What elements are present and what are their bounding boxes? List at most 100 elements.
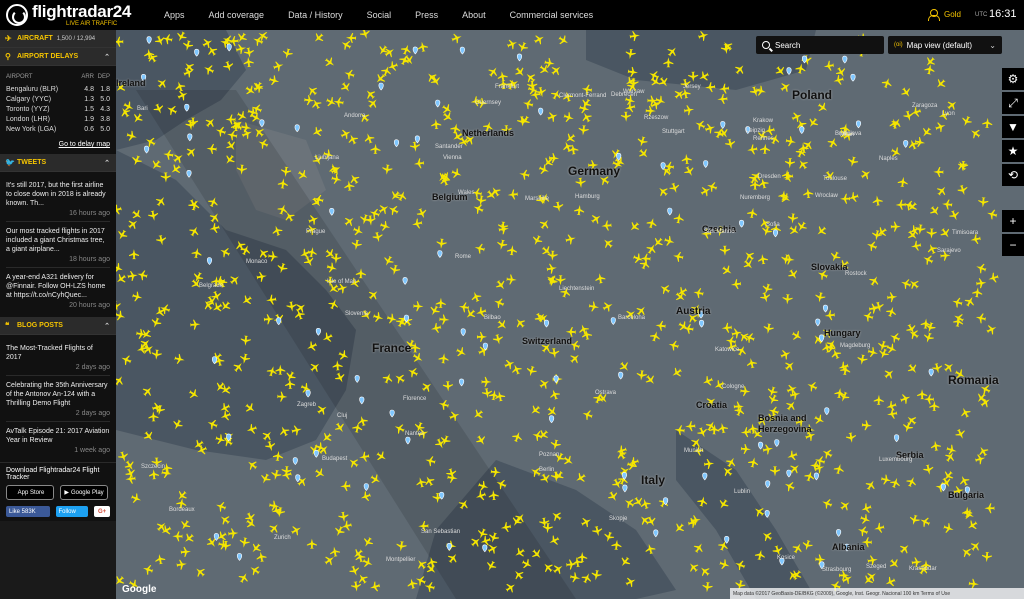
chevron-up-icon[interactable]: ⌃ (104, 322, 110, 330)
arr-delay: 1.3 (84, 95, 94, 103)
aircraft-header[interactable]: ✈ AIRCRAFT 1,500 / 12,994 (0, 30, 116, 48)
city-label: Leipzig (746, 128, 766, 134)
nav-commercial-services[interactable]: Commercial services (510, 10, 594, 20)
search-input[interactable]: Search (756, 36, 884, 54)
map-view-icon: (oi) (894, 42, 903, 48)
nav-social[interactable]: Social (367, 10, 392, 20)
favorites-button[interactable]: ★ (1002, 140, 1024, 162)
tweets-header[interactable]: 🐦 TWEETS ⌃ (0, 154, 116, 172)
city-label: Zurich (274, 535, 291, 541)
post-title: Celebrating the 35th Anniversary of the … (6, 382, 108, 407)
city-label: Barcelona (618, 315, 646, 321)
chevron-up-icon[interactable]: ⌃ (104, 53, 110, 61)
logo-name: flightradar24 (32, 2, 132, 21)
city-label: Cluj (337, 413, 348, 419)
city-label: Krasnodar (909, 566, 937, 572)
list-item[interactable]: Our most tracked flights in 2017 include… (6, 222, 110, 268)
airport-name: Bengaluru (BLR) (6, 85, 59, 93)
col-airport: AIRPORT (6, 74, 33, 80)
country-label: Ireland (116, 78, 146, 88)
nav-apps[interactable]: Apps (164, 10, 185, 20)
list-item[interactable]: AvTalk Episode 21: 2017 Aviation Year in… (6, 422, 110, 458)
city-label: Bari (137, 106, 148, 112)
download-section: Download Flightradar24 Flight Tracker Ap… (0, 462, 116, 521)
city-label: Szczecin (141, 464, 166, 470)
tweet-text: Our most tracked flights in 2017 include… (6, 228, 105, 253)
country-label: Croatia (696, 400, 728, 410)
map-attribution[interactable]: Map data ©2017 GeoBasis-DE/BKG (©2009), … (730, 588, 1024, 599)
list-item[interactable]: The Most-Tracked Flights of 2017 2 days … (6, 339, 110, 376)
dep-delay: 1.8 (100, 85, 110, 93)
expand-icon: ⤢ (1008, 95, 1018, 110)
table-row[interactable]: Toronto (YYZ) 1.5 4.3 (6, 104, 110, 114)
table-row[interactable]: London (LHR) 1.9 3.8 (6, 114, 110, 124)
zoom-out-button[interactable]: − (1002, 234, 1024, 256)
nav-press[interactable]: Press (415, 10, 438, 20)
list-item[interactable]: A year-end A321 delivery for @Finnair. F… (6, 268, 110, 313)
city-label: Rostock (845, 271, 867, 277)
map-view-dropdown[interactable]: (oi) Map view (default) ⌄ (888, 36, 1002, 54)
fullscreen-button[interactable]: ⤢ (1002, 92, 1024, 114)
delays-section: ⚲ AIRPORT DELAYS ⌃ AIRPORT ARR DEP Benga… (0, 48, 116, 154)
logo-subtitle: LIVE AIR TRAFFIC (66, 21, 118, 27)
filter-button[interactable]: ▼ (1002, 116, 1024, 138)
nav-about[interactable]: About (462, 10, 486, 20)
tweet-list: It's still 2017, but the first airline t… (0, 172, 116, 317)
table-row[interactable]: Calgary (YYC) 1.3 5.0 (6, 94, 110, 104)
dep-delay: 5.0 (100, 125, 110, 133)
city-label: Luxembourg (879, 457, 913, 463)
country-label: Bulgaria (948, 490, 985, 500)
chevron-up-icon[interactable]: ⌃ (104, 159, 110, 167)
city-label: Florence (403, 396, 427, 402)
user-icon (928, 9, 940, 21)
google-logo: Google (122, 584, 157, 595)
delay-map-link[interactable]: Go to delay map (6, 141, 110, 148)
airport-name: Toronto (YYZ) (6, 105, 50, 113)
zoom-controls: + − (1002, 210, 1024, 258)
nav-add-coverage[interactable]: Add coverage (209, 10, 265, 20)
delays-header[interactable]: ⚲ AIRPORT DELAYS ⌃ (0, 48, 116, 66)
settings-button[interactable]: ⚙ (1002, 68, 1024, 90)
blog-header[interactable]: ❝ BLOG POSTS ⌃ (0, 317, 116, 335)
city-label: Guernsey (475, 100, 502, 106)
google-plus-button[interactable]: G+ (94, 506, 110, 517)
arr-delay: 1.5 (84, 105, 94, 113)
google-play-button[interactable]: ▶ Google Play (60, 485, 108, 500)
download-title: Download Flightradar24 Flight Tracker (6, 467, 100, 481)
tweets-section: 🐦 TWEETS ⌃ It's still 2017, but the firs… (0, 154, 116, 317)
city-label: Frankfurt (495, 84, 520, 90)
account-button[interactable]: Gold (928, 9, 961, 21)
country-label: Slovakia (811, 262, 848, 272)
list-item[interactable]: It's still 2017, but the first airline t… (6, 176, 110, 222)
city-label: Dresden (758, 174, 781, 180)
city-label: Strasbourg (822, 567, 852, 573)
table-row[interactable]: Bengaluru (BLR) 4.8 1.8 (6, 84, 110, 94)
google-play-label: Google Play (70, 489, 104, 496)
map-canvas[interactable] (116, 30, 1024, 599)
twitter-follow-button[interactable]: Follow (55, 506, 89, 517)
city-label: Zagreb (297, 402, 317, 408)
chevron-down-icon: ⌄ (989, 40, 996, 50)
city-label: Clermont-Ferrand (559, 93, 607, 99)
list-item[interactable]: Celebrating the 35th Anniversary of the … (6, 376, 110, 422)
zoom-in-button[interactable]: + (1002, 210, 1024, 232)
logo[interactable]: flightradar24 LIVE AIR TRAFFIC (6, 3, 131, 27)
playback-button[interactable]: ⟲ (1002, 164, 1024, 186)
blog-section: ❝ BLOG POSTS ⌃ The Most-Tracked Flights … (0, 317, 116, 462)
flight-map[interactable]: Poland Germany France Italy Romania Czec… (116, 30, 1024, 599)
map-controls: ⚙ ⤢ ▼ ★ ⟲ (1002, 68, 1024, 188)
tweet-time: 20 hours ago (69, 302, 110, 309)
plus-icon: + (1009, 214, 1017, 228)
country-label: Poland (792, 88, 833, 102)
clock: 16:31 (989, 8, 1017, 20)
city-label: Katowice (715, 347, 740, 353)
city-label: Monaco (246, 259, 268, 265)
tweet-time: 18 hours ago (69, 256, 110, 263)
city-label: Bordeaux (169, 507, 195, 513)
table-row[interactable]: New York (LGA) 0.6 5.0 (6, 124, 110, 134)
app-store-button[interactable]: App Store (6, 485, 54, 500)
facebook-like-button[interactable]: Like 583K (6, 506, 50, 517)
city-label: Krakow (753, 118, 774, 124)
blog-label: BLOG POSTS (17, 322, 63, 329)
nav-data-history[interactable]: Data / History (288, 10, 343, 20)
